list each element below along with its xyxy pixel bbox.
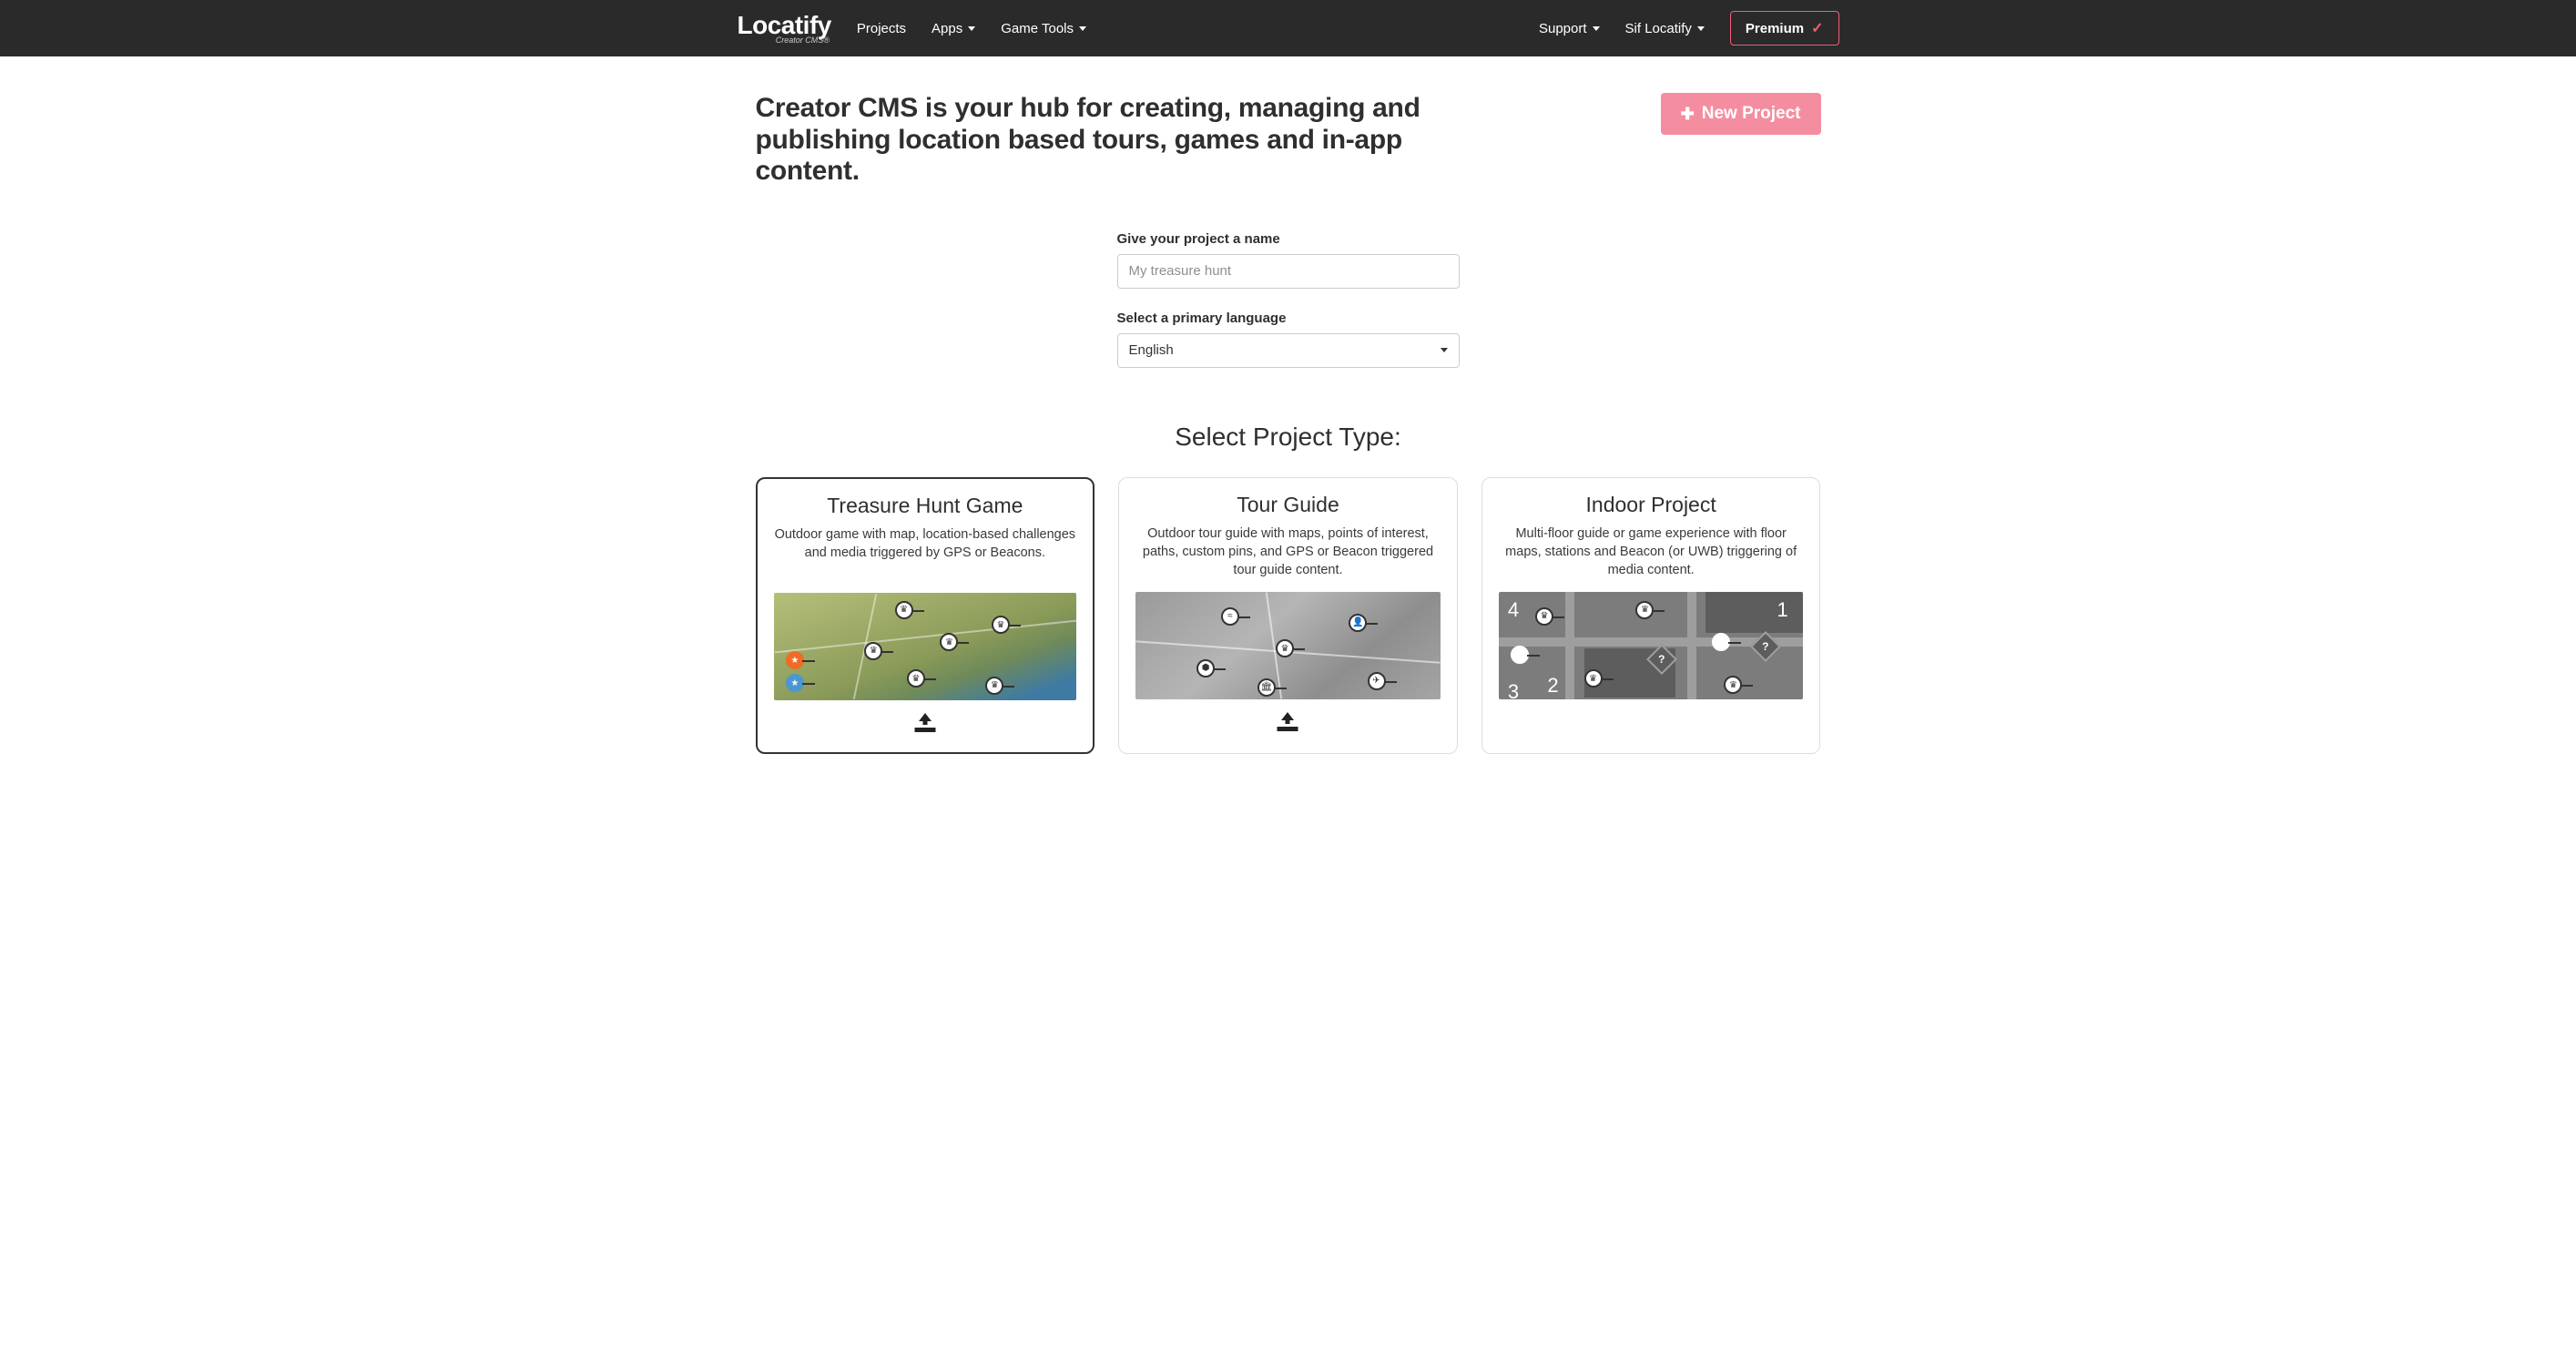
- new-project-button[interactable]: ✚ New Project: [1661, 93, 1821, 135]
- project-name-label: Give your project a name: [1117, 231, 1460, 247]
- language-select[interactable]: English: [1117, 333, 1460, 368]
- nav-game-tools[interactable]: Game Tools: [1001, 21, 1086, 36]
- floor-number: 4: [1508, 598, 1519, 622]
- floor-number: 2: [1547, 674, 1558, 698]
- floor-number: 3: [1508, 680, 1519, 699]
- floor-number: 1: [1777, 598, 1788, 622]
- top-navbar: Locatify Creator CMS® Projects Apps Game…: [0, 0, 2576, 56]
- nav-label: Apps: [932, 21, 962, 36]
- nav-user-name: Sif Locatify: [1625, 21, 1692, 36]
- upload-icon: [1278, 712, 1298, 730]
- nav-user-menu[interactable]: Sif Locatify: [1625, 21, 1705, 36]
- card-description: Multi-floor guide or game experience wit…: [1499, 525, 1804, 580]
- nav-projects[interactable]: Projects: [857, 21, 906, 36]
- card-description: Outdoor tour guide with maps, points of …: [1135, 525, 1441, 580]
- card-title: Tour Guide: [1135, 493, 1441, 517]
- nav-support[interactable]: Support: [1539, 21, 1600, 36]
- project-type-card-indoor[interactable]: Indoor Project Multi-floor guide or game…: [1481, 477, 1821, 754]
- logo[interactable]: Locatify Creator CMS®: [738, 13, 831, 45]
- premium-label: Premium: [1746, 21, 1804, 36]
- card-preview-image: ≈ 👤 ♛ ⬢ 🏛 ✈: [1135, 592, 1441, 699]
- caret-down-icon: [1697, 26, 1705, 31]
- plus-icon: ✚: [1681, 105, 1695, 124]
- caret-down-icon: [1593, 26, 1600, 31]
- caret-down-icon: [1441, 348, 1448, 352]
- card-title: Indoor Project: [1499, 493, 1804, 517]
- nav-label: Game Tools: [1001, 21, 1074, 36]
- card-preview-image: 4 1 2 3 ♛ ♛ ♛ ♛ ? ?: [1499, 592, 1804, 699]
- nav-label: Support: [1539, 21, 1587, 36]
- new-project-label: New Project: [1702, 104, 1801, 124]
- project-type-heading: Select Project Type:: [756, 423, 1821, 452]
- check-icon: ✓: [1811, 19, 1823, 37]
- page-title: Creator CMS is your hub for creating, ma…: [756, 93, 1512, 188]
- upload-icon: [915, 713, 935, 731]
- language-label: Select a primary language: [1117, 311, 1460, 326]
- card-description: Outdoor game with map, location-based ch…: [774, 525, 1077, 580]
- project-type-card-tour-guide[interactable]: Tour Guide Outdoor tour guide with maps,…: [1118, 477, 1458, 754]
- nav-label: Projects: [857, 21, 906, 36]
- card-preview-image: ♛ ♛ ♛ ♛ ♛ ♛ ★ ★: [774, 593, 1077, 700]
- caret-down-icon: [968, 26, 975, 31]
- card-title: Treasure Hunt Game: [774, 494, 1077, 518]
- project-type-card-treasure-hunt[interactable]: Treasure Hunt Game Outdoor game with map…: [756, 477, 1095, 754]
- caret-down-icon: [1079, 26, 1086, 31]
- nav-apps[interactable]: Apps: [932, 21, 975, 36]
- language-value: English: [1129, 342, 1174, 358]
- project-name-input[interactable]: [1117, 254, 1460, 289]
- premium-button[interactable]: Premium ✓: [1730, 11, 1839, 46]
- logo-text: Locatify: [738, 11, 831, 39]
